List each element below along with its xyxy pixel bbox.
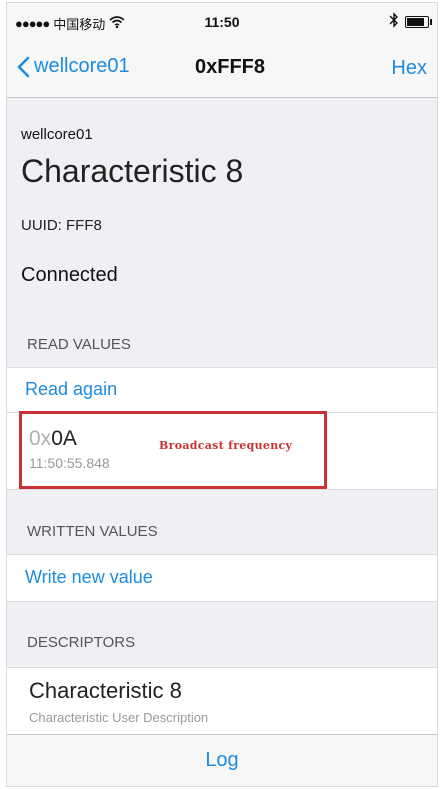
- connection-status: Connected: [21, 264, 118, 286]
- battery-icon: [405, 15, 432, 28]
- status-bar: ●●●●● 中国移动 11:50: [7, 3, 437, 41]
- status-time: 11:50: [204, 14, 240, 30]
- descriptor-title: Characteristic 8: [29, 678, 182, 703]
- write-new-value-row[interactable]: Write new value: [7, 554, 437, 602]
- descriptors-header: DESCRIPTORS: [27, 634, 136, 651]
- navigation-bar: wellcore01 0xFFF8 Hex: [7, 41, 437, 98]
- uuid-label: UUID: FFF8: [21, 217, 102, 234]
- back-button-label: wellcore01: [34, 55, 130, 77]
- read-again-button[interactable]: Read again: [25, 379, 117, 400]
- read-again-row[interactable]: Read again: [7, 367, 437, 413]
- read-values-header: READ VALUES: [27, 336, 131, 353]
- annotation-label: Broadcast frequency: [159, 439, 293, 452]
- battery-fill: [407, 17, 424, 26]
- status-right: [389, 12, 432, 31]
- back-button[interactable]: wellcore01: [17, 55, 130, 78]
- written-values-header: WRITTEN VALUES: [27, 523, 158, 540]
- log-button[interactable]: Log: [7, 749, 437, 772]
- phone-screen: ●●●●● 中国移动 11:50 wellcore01 0xFFF8 Hex w…: [6, 2, 438, 787]
- device-name: wellcore01: [21, 126, 93, 143]
- bottom-toolbar: Log: [7, 734, 437, 786]
- write-new-value-button[interactable]: Write new value: [25, 567, 153, 588]
- chevron-left-icon: [17, 56, 30, 77]
- characteristic-title: Characteristic 8: [21, 153, 244, 189]
- descriptor-subtitle: Characteristic User Description: [29, 710, 209, 725]
- hex-button[interactable]: Hex: [391, 57, 427, 80]
- nav-title: 0xFFF8: [195, 56, 266, 78]
- bluetooth-icon: [389, 12, 399, 31]
